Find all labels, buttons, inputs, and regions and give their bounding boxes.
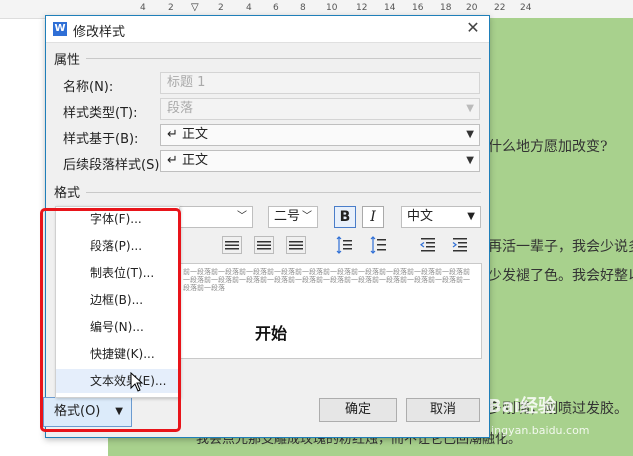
watermark-sub: 经验	[520, 396, 557, 417]
dropdown-arrow-icon: ﹀	[302, 211, 312, 222]
preview-sample-text: 开始	[255, 324, 288, 343]
close-icon[interactable]: ✕	[463, 18, 483, 38]
dialog-titlebar[interactable]: W 修改样式 ✕	[46, 16, 489, 43]
font-size-select[interactable]: 二号 ﹀	[268, 206, 318, 228]
increase-indent-icon[interactable]	[450, 236, 470, 254]
caret-down-icon: ▼	[115, 406, 123, 417]
properties-section-label: 属性	[54, 53, 81, 68]
italic-button[interactable]: I	[362, 206, 384, 228]
format-section-label: 格式	[54, 186, 81, 201]
paragraph-spacing-icon[interactable]	[368, 236, 388, 254]
ruler-tick: 2	[168, 3, 174, 13]
ok-button[interactable]: 确定	[319, 398, 397, 422]
language-select[interactable]: 中文 ▼	[401, 206, 481, 228]
document-text-line: 什么地方愿加改变?	[488, 139, 608, 155]
menu-item-tabs[interactable]: 制表位(T)...	[56, 261, 179, 285]
ruler-tick: 10	[326, 3, 338, 13]
ruler-tick: 18	[440, 3, 452, 13]
document-text-line: 少发褪了色。我会好整以	[488, 268, 633, 284]
watermark-logo: Bai经验 jingyan.baidu.com	[488, 396, 590, 437]
next-style-select[interactable]: ↵ 正文 ▼	[160, 150, 480, 172]
dropdown-arrow-icon: ▼	[466, 103, 474, 114]
preview-dummy-text: 前一段落前一段落前一段落前一段落前一段落前一段落前一段落前一段落前一段落前一段落…	[183, 268, 470, 292]
based-on-select[interactable]: ↵ 正文 ▼	[160, 124, 480, 146]
ruler-tick: 16	[412, 3, 424, 13]
cancel-button[interactable]: 取消	[406, 398, 480, 422]
mouse-cursor-icon	[130, 371, 144, 392]
menu-item-font[interactable]: 字体(F)...	[56, 207, 179, 231]
watermark-url: jingyan.baidu.com	[488, 424, 590, 437]
style-type-select[interactable]: 段落 ▼	[160, 98, 480, 120]
align-left-icon[interactable]	[222, 236, 242, 254]
ruler-tick: 2	[218, 3, 224, 13]
based-on-label: 样式基于(B):	[63, 132, 139, 147]
ruler-tick: 4	[246, 3, 252, 13]
section-divider	[86, 192, 481, 193]
ruler-tick: 22	[494, 3, 506, 13]
ruler-tick: 12	[356, 3, 368, 13]
align-right-icon[interactable]	[286, 236, 306, 254]
wps-writer-icon: W	[53, 22, 67, 36]
format-dropdown-button[interactable]: 格式(O) ▼	[43, 397, 132, 427]
dropdown-arrow-icon: ﹀	[237, 211, 247, 222]
name-field[interactable]: 标题 1	[160, 72, 480, 94]
ruler-tick: 20	[466, 3, 478, 13]
menu-item-numbering[interactable]: 编号(N)...	[56, 315, 179, 339]
style-type-label: 样式类型(T):	[63, 106, 138, 121]
ruler-tick: 14	[384, 3, 396, 13]
dialog-title: 修改样式	[73, 25, 126, 40]
ruler-tick: 24	[520, 3, 532, 13]
next-style-label: 后续段落样式(S):	[63, 158, 164, 173]
document-text-line: 再活一辈子，我会少说多	[488, 239, 633, 255]
dropdown-arrow-icon: ▼	[466, 155, 474, 166]
ruler-tick: 6	[273, 3, 279, 13]
ruler-tick: 4	[140, 3, 146, 13]
name-label: 名称(N):	[63, 80, 114, 95]
style-preview: 前一段落前一段落前一段落前一段落前一段落前一段落前一段落前一段落前一段落前一段落…	[176, 263, 482, 359]
format-menu: 字体(F)... 段落(P)... 制表位(T)... 边框(B)... 编号(…	[55, 206, 180, 398]
bold-button[interactable]: B	[334, 206, 356, 228]
indent-marker-icon[interactable]: ▽	[191, 2, 199, 13]
menu-item-shortcut[interactable]: 快捷键(K)...	[56, 342, 179, 366]
dropdown-arrow-icon: ▼	[467, 211, 475, 222]
dropdown-arrow-icon: ▼	[466, 129, 474, 140]
decrease-indent-icon[interactable]	[418, 236, 438, 254]
font-name-select[interactable]: ﹀	[178, 206, 253, 228]
section-divider	[86, 58, 481, 59]
menu-item-paragraph[interactable]: 段落(P)...	[56, 234, 179, 258]
menu-item-text-effects[interactable]: 文本效果(E)...	[56, 369, 179, 393]
line-spacing-icon[interactable]	[334, 236, 354, 254]
menu-item-border[interactable]: 边框(B)...	[56, 288, 179, 312]
align-center-icon[interactable]	[254, 236, 274, 254]
ruler-tick: 8	[300, 3, 306, 13]
